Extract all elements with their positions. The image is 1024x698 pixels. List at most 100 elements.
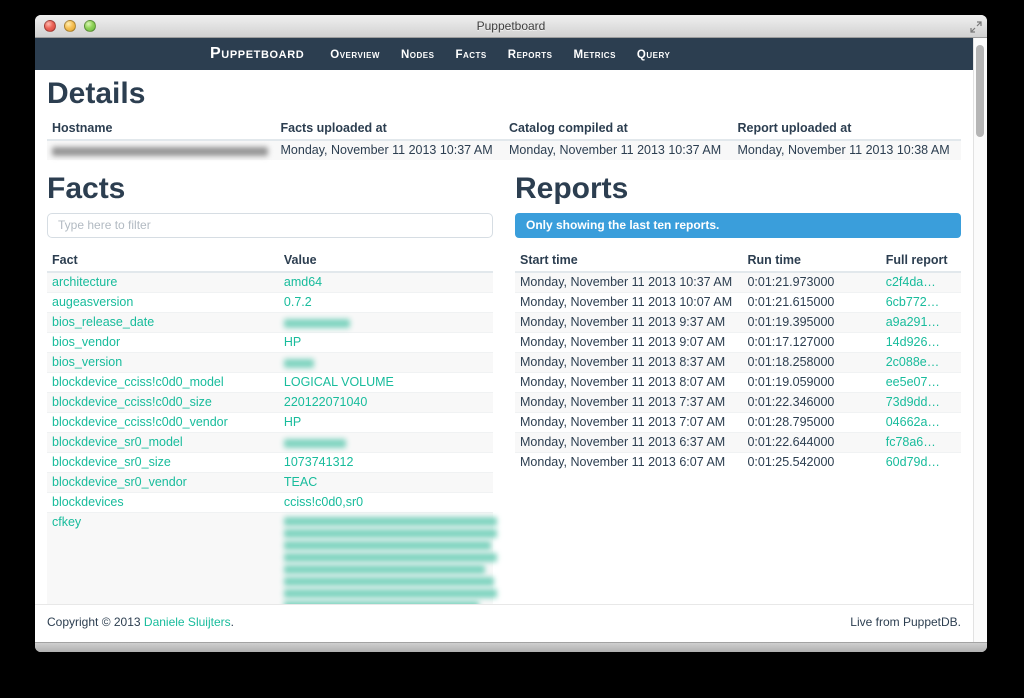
nav-item-query[interactable]: Query <box>637 49 670 61</box>
nav-item-nodes[interactable]: Nodes <box>401 49 434 61</box>
blurred-value <box>284 359 314 368</box>
nav-item-metrics[interactable]: Metrics <box>573 49 615 61</box>
fact-name-cell: bios_version <box>47 352 279 372</box>
fact-value-link[interactable]: cciss!c0d0,sr0 <box>284 495 363 509</box>
report-run-time: 0:01:21.973000 <box>742 272 880 293</box>
fact-value-link[interactable]: TEAC <box>284 475 317 489</box>
fact-name-link[interactable]: blockdevices <box>52 495 124 509</box>
resize-icon[interactable] <box>970 20 982 32</box>
fact-value-link[interactable]: 1073741312 <box>284 455 354 469</box>
report-row: Monday, November 11 2013 10:37 AM0:01:21… <box>515 272 961 293</box>
report-run-time: 0:01:17.127000 <box>742 332 880 352</box>
fact-name-link[interactable]: bios_version <box>52 355 122 369</box>
full-report-link[interactable]: fc78a6… <box>886 435 936 449</box>
fact-name-link[interactable]: blockdevice_sr0_model <box>52 435 183 449</box>
nav-item-reports[interactable]: Reports <box>508 49 553 61</box>
facts-col-fact: Fact <box>47 249 279 272</box>
puppetdb-status-text: Live from PuppetDB. <box>850 615 961 629</box>
hostname-value <box>47 140 276 160</box>
nav-item-overview[interactable]: Overview <box>330 49 380 61</box>
author-link[interactable]: Daniele Sluijters <box>144 615 231 629</box>
close-button[interactable] <box>44 20 56 32</box>
fact-name-link[interactable]: blockdevice_cciss!c0d0_vendor <box>52 415 228 429</box>
copyright-text: Copyright © 2013 Daniele Sluijters. <box>47 615 234 629</box>
fact-row: blockdevice_cciss!c0d0_model LOGICAL VOLU… <box>47 372 493 392</box>
blurred-hostname <box>52 147 268 156</box>
full-report-link[interactable]: a9a291… <box>886 315 940 329</box>
fact-name-link[interactable]: blockdevice_cciss!c0d0_size <box>52 395 212 409</box>
fact-name-link[interactable]: bios_vendor <box>52 335 120 349</box>
fact-name-cell: augeasversion <box>47 292 279 312</box>
facts-uploaded-value: Monday, November 11 2013 10:37 AM <box>276 140 505 160</box>
fact-name-cell: bios_vendor <box>47 332 279 352</box>
fact-name-link[interactable]: blockdevice_cciss!c0d0_model <box>52 375 224 389</box>
report-run-time: 0:01:22.644000 <box>742 432 880 452</box>
fact-value-cell: TEAC <box>279 472 493 492</box>
window-titlebar[interactable]: Puppetboard <box>35 15 987 38</box>
fact-name-link[interactable]: augeasversion <box>52 295 133 309</box>
scrollbar-thumb[interactable] <box>976 45 984 137</box>
report-uploaded-value: Monday, November 11 2013 10:38 AM <box>733 140 962 160</box>
report-row: Monday, November 11 2013 6:07 AM0:01:25.… <box>515 452 961 472</box>
fact-row: augeasversion 0.7.2 <box>47 292 493 312</box>
fact-row: bios_version <box>47 352 493 372</box>
fact-value-cell: 1073741312 <box>279 452 493 472</box>
fact-value-link[interactable]: 0.7.2 <box>284 295 312 309</box>
report-run-time: 0:01:21.615000 <box>742 292 880 312</box>
report-start-time: Monday, November 11 2013 10:37 AM <box>515 272 742 293</box>
facts-section: Facts FactValue architectureamd64augeasv… <box>47 173 493 604</box>
reports-col-run-time: Run time <box>742 249 880 272</box>
full-report-link[interactable]: 14d926… <box>886 335 940 349</box>
report-hash-cell: 14d926… <box>881 332 961 352</box>
fact-value-link[interactable]: amd64 <box>284 275 322 289</box>
report-row: Monday, November 11 2013 7:07 AM0:01:28.… <box>515 412 961 432</box>
fact-name-link[interactable]: cfkey <box>52 515 81 529</box>
navbar-brand[interactable]: Puppetboard <box>210 45 304 63</box>
fact-name-link[interactable]: architecture <box>52 275 117 289</box>
full-report-link[interactable]: c2f4da… <box>886 275 936 289</box>
report-hash-cell: ee5e07… <box>881 372 961 392</box>
fact-value-cell: 0.7.2 <box>279 292 493 312</box>
full-report-link[interactable]: 04662a… <box>886 415 940 429</box>
facts-header-row: FactValue <box>47 249 493 272</box>
report-row: Monday, November 11 2013 9:07 AM0:01:17.… <box>515 332 961 352</box>
report-run-time: 0:01:19.395000 <box>742 312 880 332</box>
full-report-link[interactable]: 73d9dd… <box>886 395 940 409</box>
report-hash-cell: c2f4da… <box>881 272 961 293</box>
nav-item-facts[interactable]: Facts <box>455 49 486 61</box>
report-row: Monday, November 11 2013 8:07 AM0:01:19.… <box>515 372 961 392</box>
full-report-link[interactable]: 6cb772… <box>886 295 940 309</box>
browser-viewport: Puppetboard Overview Nodes Facts Reports Met… <box>35 38 987 642</box>
reports-header-row: Start timeRun timeFull report <box>515 249 961 272</box>
fact-value-link[interactable]: 220122071040 <box>284 395 367 409</box>
fact-name-cell: blockdevice_cciss!c0d0_size <box>47 392 279 412</box>
report-row: Monday, November 11 2013 9:37 AM0:01:19.… <box>515 312 961 332</box>
window-bottom-bar <box>35 642 987 652</box>
fact-value-cell: HP <box>279 332 493 352</box>
fact-name-link[interactable]: blockdevice_sr0_vendor <box>52 475 187 489</box>
fact-value-link[interactable]: LOGICAL VOLUME <box>284 375 394 389</box>
fact-row: blockdevices cciss!c0d0,sr0 <box>47 492 493 512</box>
report-run-time: 0:01:22.346000 <box>742 392 880 412</box>
blurred-line <box>284 529 497 538</box>
full-report-link[interactable]: 60d79d… <box>886 455 940 469</box>
report-hash-cell: 73d9dd… <box>881 392 961 412</box>
minimize-button[interactable] <box>64 20 76 32</box>
blurred-line <box>284 589 497 598</box>
scrollbar-track[interactable] <box>973 38 987 642</box>
fact-name-link[interactable]: blockdevice_sr0_size <box>52 455 171 469</box>
page-body: Details HostnameFacts uploaded atCatalog… <box>35 70 973 604</box>
facts-filter-input[interactable] <box>47 213 493 238</box>
report-hash-cell: 60d79d… <box>881 452 961 472</box>
zoom-button[interactable] <box>84 20 96 32</box>
facts-col-value: Value <box>279 249 493 272</box>
fact-value-link[interactable]: HP <box>284 415 301 429</box>
details-row: Monday, November 11 2013 10:37 AM Monday… <box>47 140 961 160</box>
full-report-link[interactable]: ee5e07… <box>886 375 940 389</box>
full-report-link[interactable]: 2c088e… <box>886 355 940 369</box>
reports-section: Reports Only showing the last ten report… <box>515 173 961 604</box>
fact-name-link[interactable]: bios_release_date <box>52 315 154 329</box>
report-start-time: Monday, November 11 2013 7:07 AM <box>515 412 742 432</box>
fact-value-link[interactable]: HP <box>284 335 301 349</box>
fact-row: blockdevice_cciss!c0d0_vendor HP <box>47 412 493 432</box>
